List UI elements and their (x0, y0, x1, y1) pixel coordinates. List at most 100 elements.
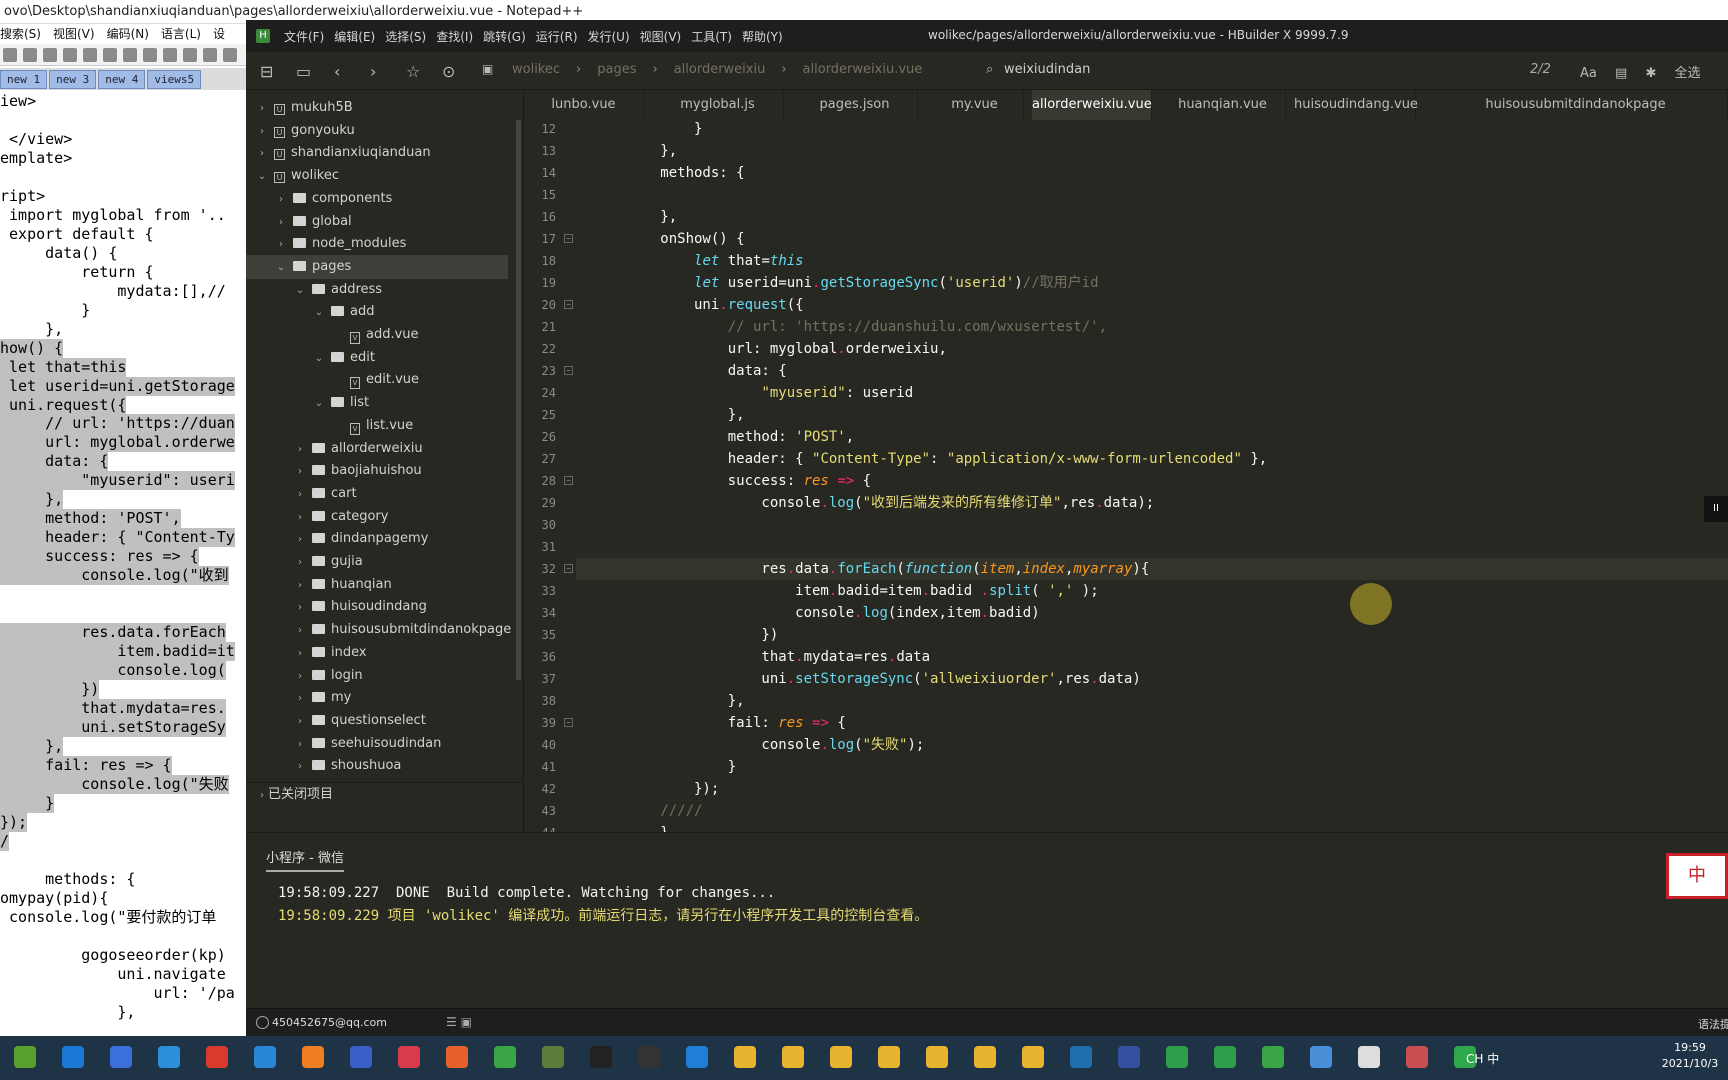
fold-toggle-icon[interactable]: − (564, 300, 573, 309)
toggle-sidebar-icon[interactable]: ⊟ (260, 62, 273, 81)
menu-item[interactable]: 视图(V) (640, 30, 682, 44)
code-editor[interactable]: } }, methods: { }, onShow() { let that=t… (576, 120, 1728, 832)
paste-icon[interactable] (143, 48, 157, 62)
taskbar-app-icon[interactable] (1262, 1046, 1284, 1068)
system-tray[interactable]: CH 中 (1466, 1050, 1499, 1067)
taskbar-app-icon[interactable] (1358, 1046, 1380, 1068)
taskbar-app-icon[interactable] (1214, 1046, 1236, 1068)
tab-lunbo.vue[interactable]: lunbo.vue (524, 90, 644, 120)
tree-item-shoushuoa[interactable]: › shoushuoa (246, 754, 508, 778)
tab-pages.json[interactable]: pages.json (792, 90, 918, 120)
tree-item-login[interactable]: › login (246, 664, 508, 688)
chevron-right-icon[interactable]: › (294, 619, 306, 643)
chevron-down-icon[interactable]: ⌄ (313, 301, 325, 325)
tree-item-index[interactable]: › index (246, 641, 508, 665)
tree-item-address[interactable]: ⌄ address (246, 278, 508, 302)
taskbar-app-icon[interactable] (62, 1046, 84, 1068)
tree-item-mukuh5B[interactable]: › Umukuh5B (246, 96, 508, 120)
user-account[interactable]: 450452675@qq.com (256, 1016, 387, 1029)
taskbar-app-icon[interactable] (830, 1046, 852, 1068)
tab-my.vue[interactable]: my.vue (926, 90, 1024, 120)
chevron-right-icon[interactable]: › (294, 733, 306, 757)
save-icon[interactable]: ▭ (296, 62, 311, 81)
chevron-right-icon[interactable]: › (294, 755, 306, 779)
open-icon[interactable] (23, 48, 37, 62)
console-tab-wechat[interactable]: 小程序 - 微信 (266, 847, 344, 872)
menu-item[interactable]: 查找(I) (436, 30, 473, 44)
taskbar-app-icon[interactable] (974, 1046, 996, 1068)
menu-item[interactable]: 文件(F) (284, 30, 324, 44)
chevron-right-icon[interactable]: › (294, 551, 306, 575)
tab-myglobal.js[interactable]: myglobal.js (652, 90, 784, 120)
redo-icon[interactable] (183, 48, 197, 62)
menu-item[interactable]: 发行(U) (588, 30, 630, 44)
npp-tab[interactable]: new 3 (49, 70, 97, 89)
forward-icon[interactable]: › (370, 62, 376, 81)
taskbar-app-icon[interactable] (158, 1046, 180, 1068)
copy-icon[interactable] (123, 48, 137, 62)
npp-menu-item[interactable]: 视图(V) (53, 27, 95, 41)
match-case-toggle[interactable]: Aa (1580, 66, 1597, 81)
taskbar-app-icon[interactable] (1070, 1046, 1092, 1068)
breadcrumb-item[interactable]: allorderweixiu (674, 62, 766, 77)
tree-item-dindanpagemy[interactable]: › dindanpagemy (246, 527, 508, 551)
taskbar-app-icon[interactable] (1310, 1046, 1332, 1068)
tree-item-node_modules[interactable]: › node_modules (246, 232, 508, 256)
taskbar-app-icon[interactable] (782, 1046, 804, 1068)
npp-menu-item[interactable]: 搜索(S) (0, 27, 41, 41)
tree-item-shandianxiuqianduan[interactable]: › Ushandianxiuqianduan (246, 141, 508, 165)
taskbar-app-icon[interactable] (14, 1046, 36, 1068)
taskbar-app-icon[interactable] (1166, 1046, 1188, 1068)
chevron-right-icon[interactable]: › (294, 710, 306, 734)
chevron-down-icon[interactable]: ⌄ (256, 165, 268, 189)
tree-item-huisoudindang[interactable]: › huisoudindang (246, 595, 508, 619)
tree-item-wolikec[interactable]: ⌄ Uwolikec (246, 164, 508, 188)
chevron-right-icon[interactable]: › (275, 233, 287, 257)
taskbar-app-icon[interactable] (1118, 1046, 1140, 1068)
taskbar-app-icon[interactable] (1022, 1046, 1044, 1068)
npp-tab[interactable]: views5 (147, 70, 202, 89)
tree-item-list.vue[interactable]: Vlist.vue (246, 414, 508, 438)
taskbar-app-icon[interactable] (686, 1046, 708, 1068)
chevron-down-icon[interactable]: ⌄ (313, 347, 325, 371)
chevron-right-icon[interactable]: › (275, 188, 287, 212)
tree-item-allorderweixiu[interactable]: › allorderweixiu (246, 437, 508, 461)
tab-huisousubmitdindanokpage[interactable]: huisousubmitdindanokpage (1424, 90, 1728, 120)
menu-item[interactable]: 编辑(E) (334, 30, 375, 44)
tree-item-huanqian[interactable]: › huanqian (246, 573, 508, 597)
taskbar-app-icon[interactable] (1406, 1046, 1428, 1068)
menu-item[interactable]: 运行(R) (536, 30, 578, 44)
chevron-right-icon[interactable]: › (294, 460, 306, 484)
new-file-icon[interactable] (3, 48, 17, 62)
npp-menu-item[interactable]: 编码(N) (107, 27, 149, 41)
breadcrumb-item[interactable]: pages (597, 62, 636, 77)
fold-toggle-icon[interactable]: − (564, 234, 573, 243)
chevron-down-icon[interactable]: ⌄ (294, 279, 306, 303)
chevron-right-icon[interactable]: › (275, 211, 287, 235)
taskbar-app-icon[interactable] (350, 1046, 372, 1068)
taskbar-clock[interactable]: 19:59 2021/10/3 (1652, 1040, 1728, 1072)
taskbar-app-icon[interactable] (590, 1046, 612, 1068)
save-all-icon[interactable] (63, 48, 77, 62)
fold-toggle-icon[interactable]: − (564, 366, 573, 375)
breadcrumb-item[interactable]: allorderweixiu.vue (803, 62, 923, 77)
tree-item-add[interactable]: ⌄ add (246, 300, 508, 324)
taskbar-app-icon[interactable] (542, 1046, 564, 1068)
taskbar-app-icon[interactable] (254, 1046, 276, 1068)
fold-toggle-icon[interactable]: − (564, 564, 573, 573)
npp-menu-item[interactable]: 设 (213, 27, 225, 41)
tree-item-seehuisoudindan[interactable]: › seehuisoudindan (246, 732, 508, 756)
tab-huisoudindang.vue[interactable]: huisoudindang.vue (1294, 90, 1418, 120)
npp-menu-item[interactable]: 语言(L) (161, 27, 201, 41)
chevron-right-icon[interactable]: › (294, 483, 306, 507)
run-icon[interactable]: ⊙ (442, 62, 455, 81)
taskbar-app-icon[interactable] (206, 1046, 228, 1068)
tree-item-cart[interactable]: › cart (246, 482, 508, 506)
taskbar-app-icon[interactable] (494, 1046, 516, 1068)
chevron-right-icon[interactable]: › (294, 528, 306, 552)
taskbar-app-icon[interactable] (926, 1046, 948, 1068)
regex-icon[interactable]: ▤ (1615, 66, 1627, 81)
chevron-right-icon[interactable]: › (256, 142, 268, 166)
tree-item-my[interactable]: › my (246, 686, 508, 710)
chevron-right-icon[interactable]: › (294, 642, 306, 666)
